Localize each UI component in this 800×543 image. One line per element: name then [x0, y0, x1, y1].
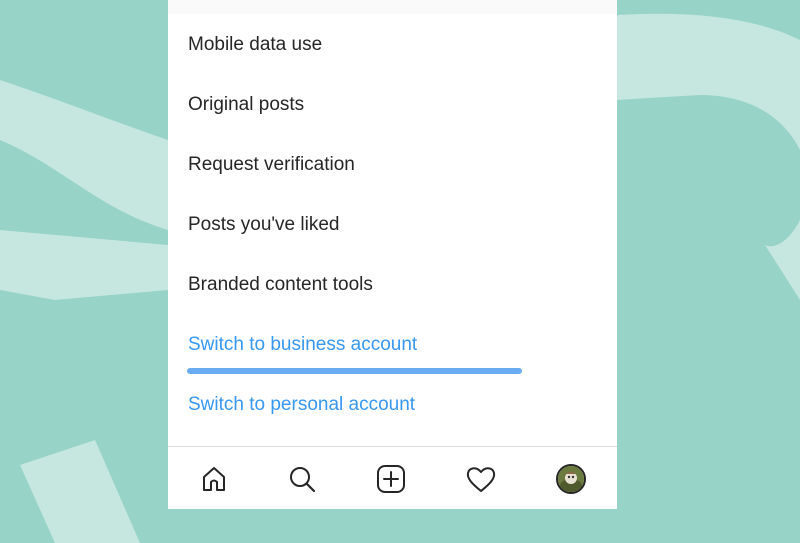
background-swoosh	[0, 80, 168, 230]
top-divider	[168, 0, 617, 14]
phone-screen: Mobile data use Original posts Request v…	[168, 0, 617, 509]
background-letter-r	[617, 13, 800, 300]
menu-item-request-verification[interactable]: Request verification	[188, 147, 355, 183]
tab-home[interactable]	[192, 457, 236, 501]
menu-item-branded-content-tools[interactable]: Branded content tools	[188, 267, 373, 303]
tab-activity[interactable]	[459, 457, 503, 501]
bottom-tab-bar	[168, 446, 617, 509]
profile-avatar	[556, 464, 586, 494]
tab-new-post[interactable]	[369, 457, 413, 501]
switch-to-personal-account-link[interactable]: Switch to personal account	[188, 387, 415, 423]
new-post-icon	[377, 465, 405, 493]
menu-item-original-posts[interactable]: Original posts	[188, 87, 304, 123]
profile-photo	[558, 466, 584, 492]
heart-icon	[466, 467, 496, 492]
tab-search[interactable]	[280, 457, 324, 501]
search-icon	[290, 467, 316, 493]
menu-item-posts-you-liked[interactable]: Posts you've liked	[188, 207, 339, 243]
switch-to-business-account-link[interactable]: Switch to business account	[188, 327, 417, 363]
background-stroke-bottom	[20, 440, 140, 543]
home-icon	[203, 467, 225, 491]
tab-profile[interactable]	[549, 457, 593, 501]
menu-item-mobile-data-use[interactable]: Mobile data use	[188, 27, 322, 63]
background-stroke-left	[0, 230, 168, 300]
highlight-underline	[187, 368, 522, 374]
